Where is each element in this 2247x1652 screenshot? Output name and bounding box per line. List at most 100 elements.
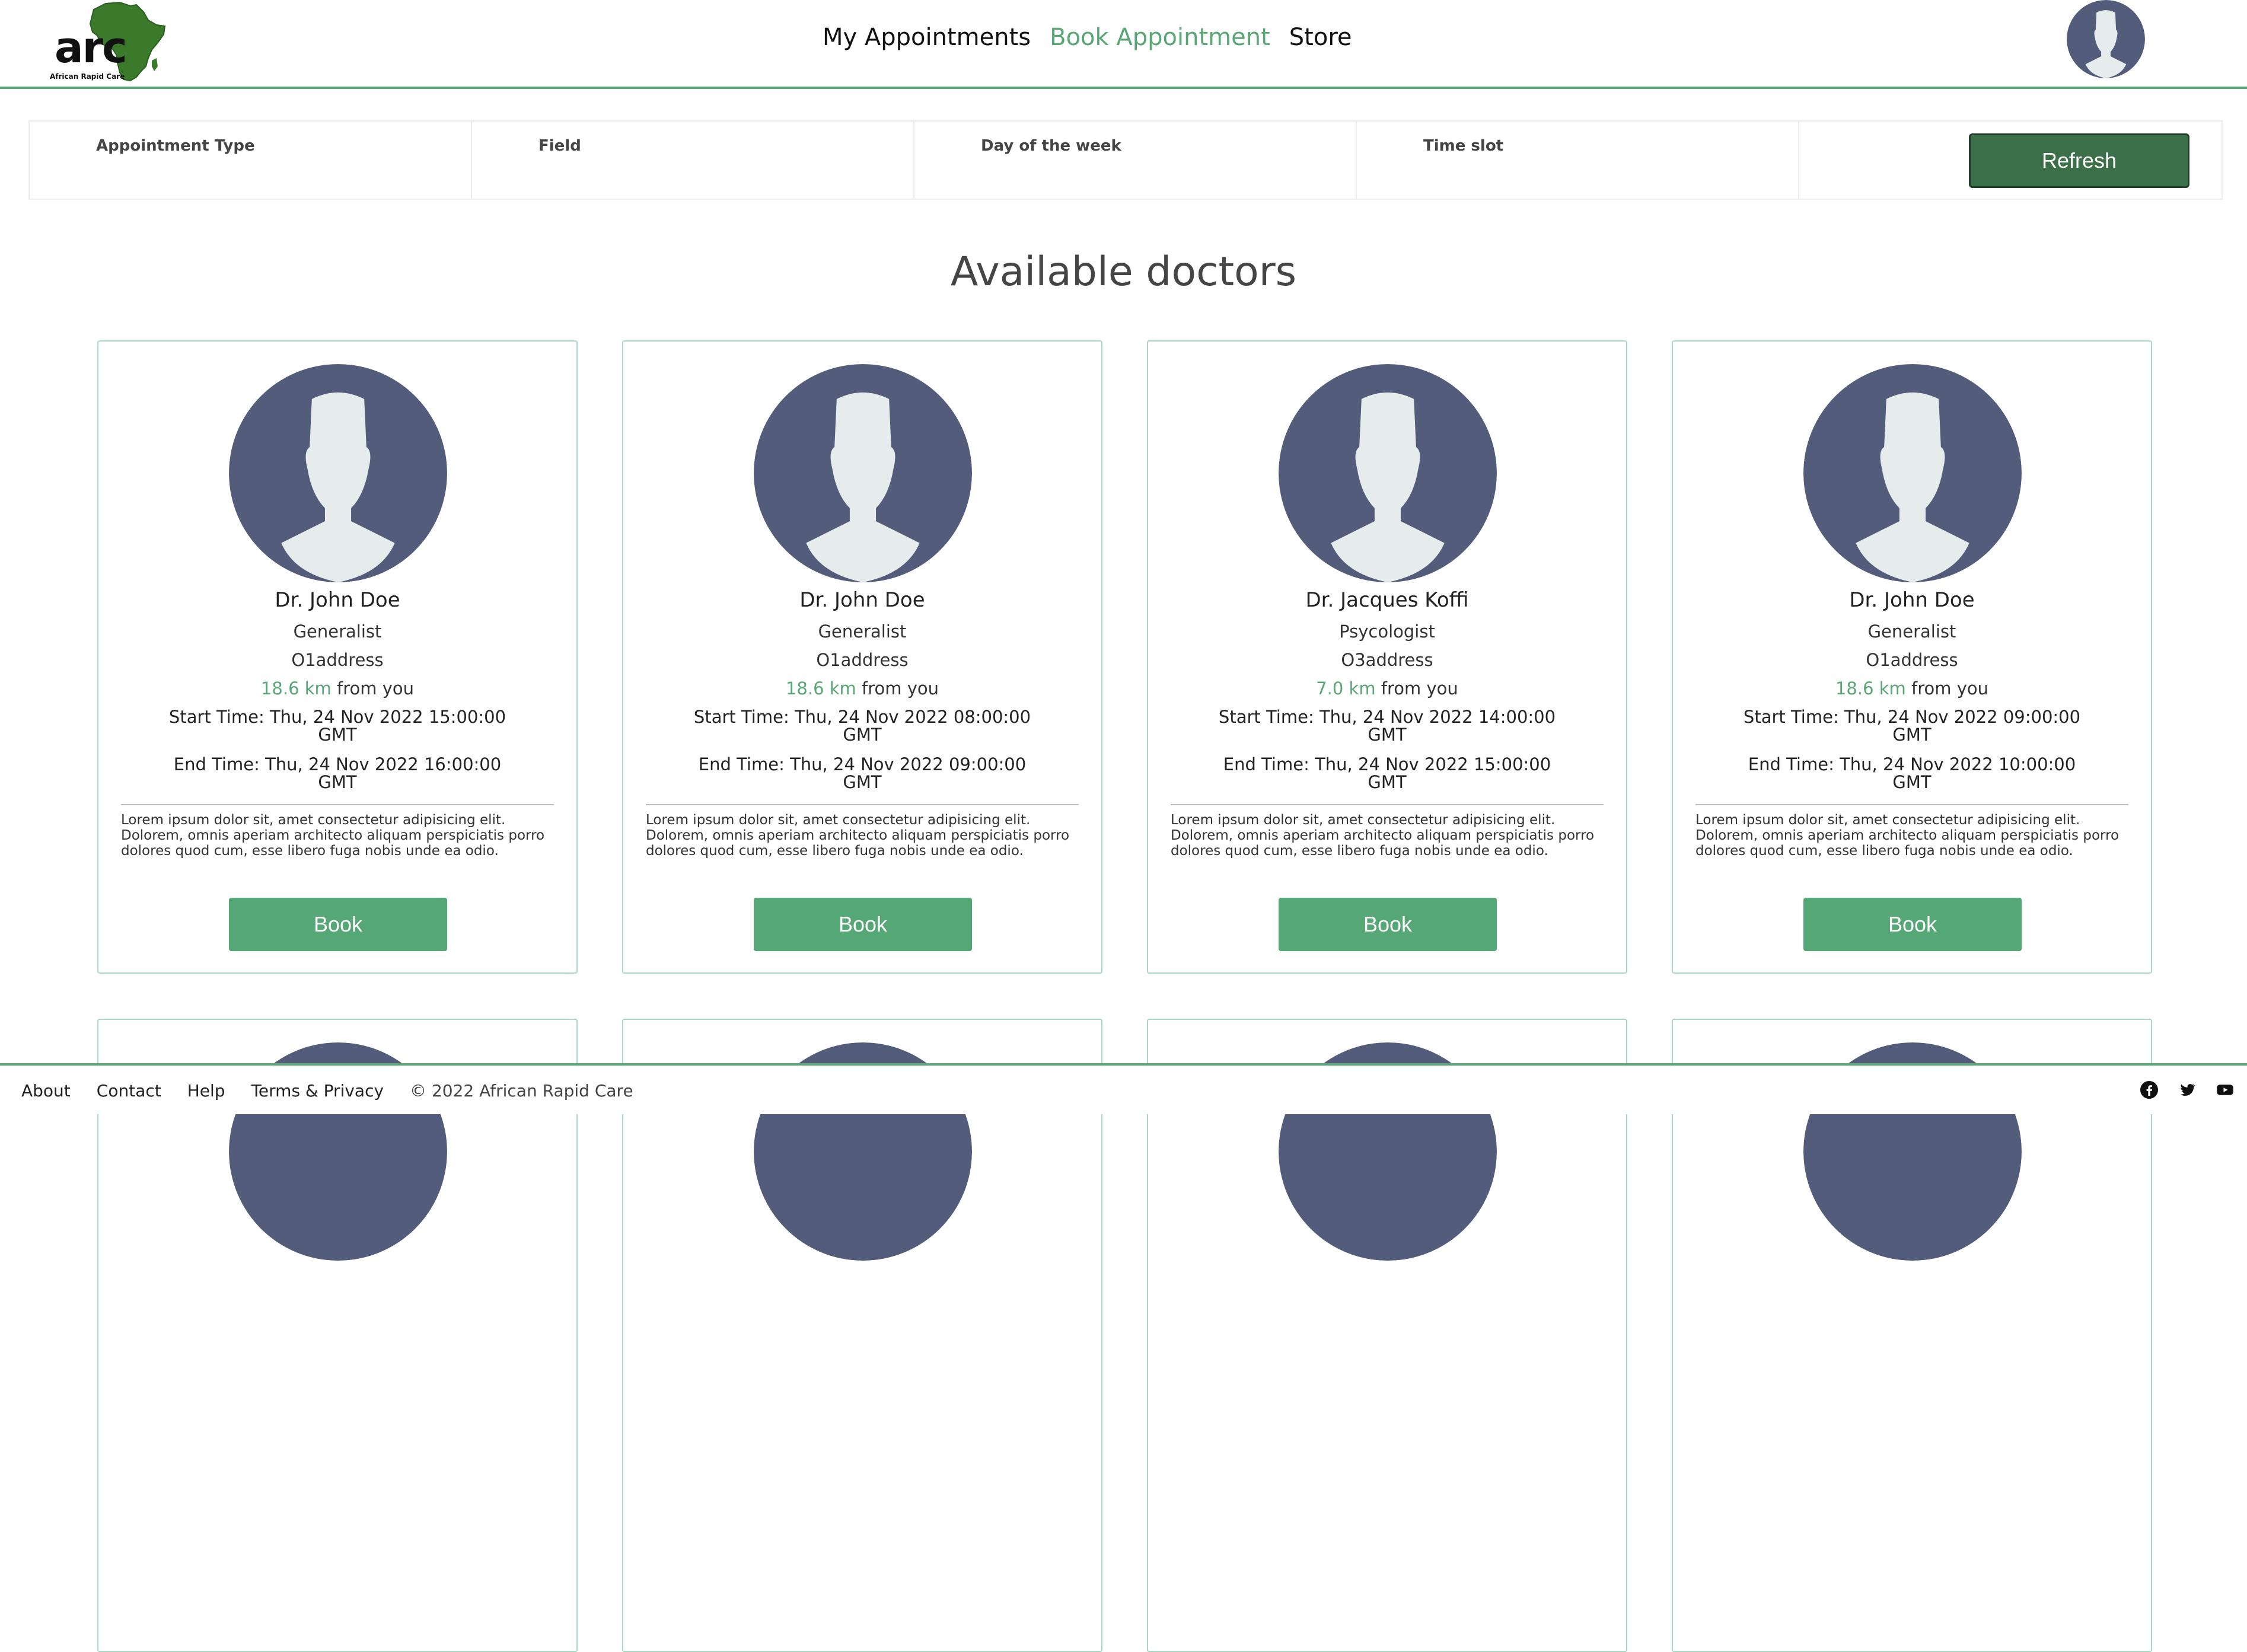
doctor-distance: 7.0 km from you <box>1148 678 1626 699</box>
filter-appointment-type[interactable]: Appointment Type <box>30 122 472 199</box>
doctor-field: Psycologist <box>1339 621 1435 642</box>
filter-label-appointment-type: Appointment Type <box>96 137 255 155</box>
filter-bar: Appointment Type Field Day of the week T… <box>28 120 2223 200</box>
footer-links: About Contact Help Terms & Privacy © 202… <box>21 1081 633 1101</box>
logo-subtitle: African Rapid Care <box>50 72 125 81</box>
social-links <box>2140 1081 2234 1099</box>
twitter-icon[interactable] <box>2178 1081 2196 1099</box>
page-title: Available doctors <box>950 248 1297 295</box>
book-button[interactable]: Book <box>1279 898 1497 951</box>
logo-text: arc <box>55 23 128 72</box>
start-time-value: Thu, 24 Nov 2022 15:00:00 GMT <box>269 707 506 745</box>
doctor-address: O1address <box>1866 650 1958 670</box>
end-time-label: End Time: <box>1748 754 1834 774</box>
footer-copyright: © 2022 African Rapid Care <box>410 1081 633 1101</box>
book-button[interactable]: Book <box>229 898 447 951</box>
card-divider <box>1695 804 2128 805</box>
doctor-avatar-icon <box>754 364 972 582</box>
doctor-address: O1address <box>291 650 384 670</box>
refresh-button[interactable]: Refresh <box>1969 133 2189 188</box>
footer-link-contact[interactable]: Contact <box>97 1081 161 1101</box>
doctor-description: Lorem ipsum dolor sit, amet consectetur … <box>1171 812 1595 859</box>
doctor-address: O1address <box>816 650 909 670</box>
doctor-name: Dr. Jacques Koffi <box>1305 588 1469 612</box>
doctor-card: Dr. John Doe Generalist O1address 18.6 k… <box>97 340 578 974</box>
start-time-label: Start Time: <box>1743 707 1839 727</box>
filter-time-slot[interactable]: Time slot <box>1357 122 1799 199</box>
filter-day-of-week[interactable]: Day of the week <box>914 122 1357 199</box>
doctor-avatar <box>1279 364 1497 582</box>
start-time-value: Thu, 24 Nov 2022 08:00:00 GMT <box>794 707 1031 745</box>
start-time-label: Start Time: <box>168 707 264 727</box>
distance-value: 18.6 km <box>1835 678 1906 699</box>
doctor-card: Dr. John Doe Generalist O1address 18.6 k… <box>1672 340 2152 974</box>
doctor-avatar-icon <box>1803 364 2022 582</box>
end-time: End Time: Thu, 24 Nov 2022 15:00:00 GMT <box>1207 755 1567 791</box>
doctor-grid: Dr. John Doe Generalist O1address 18.6 k… <box>97 340 2153 1652</box>
page-footer: About Contact Help Terms & Privacy © 202… <box>0 1063 2247 1114</box>
book-button[interactable]: Book <box>754 898 972 951</box>
footer-link-about[interactable]: About <box>21 1081 71 1101</box>
distance-value: 7.0 km <box>1316 678 1376 699</box>
start-time: Start Time: Thu, 24 Nov 2022 15:00:00 GM… <box>158 708 517 744</box>
distance-suffix: from you <box>337 678 415 699</box>
doctor-avatar-icon <box>1279 364 1497 582</box>
start-time-label: Start Time: <box>1218 707 1314 727</box>
doctor-avatar <box>1803 364 2022 582</box>
doctor-name: Dr. John Doe <box>275 588 400 612</box>
arc-logo[interactable]: arc African Rapid Care <box>47 1 169 84</box>
doctor-distance: 18.6 km from you <box>1673 678 2151 699</box>
end-time-value: Thu, 24 Nov 2022 16:00:00 GMT <box>265 754 502 792</box>
doctor-field: Generalist <box>1867 621 1956 642</box>
nav-book-appointment[interactable]: Book Appointment <box>1050 24 1270 51</box>
doctor-description: Lorem ipsum dolor sit, amet consectetur … <box>646 812 1070 859</box>
distance-suffix: from you <box>1381 678 1458 699</box>
user-avatar-icon <box>2067 0 2145 78</box>
end-time-value: Thu, 24 Nov 2022 09:00:00 GMT <box>790 754 1027 792</box>
end-time: End Time: Thu, 24 Nov 2022 09:00:00 GMT <box>683 755 1042 791</box>
filter-label-field: Field <box>538 137 581 155</box>
card-divider <box>646 804 1079 805</box>
start-time-label: Start Time: <box>693 707 789 727</box>
doctor-address: O3address <box>1341 650 1433 670</box>
footer-link-help[interactable]: Help <box>187 1081 225 1101</box>
filter-label-day-of-week: Day of the week <box>981 137 1121 155</box>
user-avatar[interactable] <box>2067 0 2145 78</box>
end-time-value: Thu, 24 Nov 2022 10:00:00 GMT <box>1840 754 2076 792</box>
filter-field[interactable]: Field <box>472 122 914 199</box>
facebook-icon[interactable] <box>2140 1081 2158 1099</box>
distance-value: 18.6 km <box>785 678 856 699</box>
doctor-card: Dr. Jacques Koffi Psycologist O3address … <box>1147 340 1627 974</box>
nav-my-appointments[interactable]: My Appointments <box>823 24 1031 51</box>
doctor-distance: 18.6 km from you <box>98 678 576 699</box>
card-divider <box>121 804 554 805</box>
nav-store[interactable]: Store <box>1289 24 1352 51</box>
start-time-value: Thu, 24 Nov 2022 09:00:00 GMT <box>1844 707 2081 745</box>
end-time-value: Thu, 24 Nov 2022 15:00:00 GMT <box>1315 754 1551 792</box>
doctor-card: Dr. John Doe Generalist O1address 18.6 k… <box>622 340 1102 974</box>
doctor-name: Dr. John Doe <box>1849 588 1975 612</box>
footer-link-terms[interactable]: Terms & Privacy <box>251 1081 384 1101</box>
doctor-description: Lorem ipsum dolor sit, amet consectetur … <box>1695 812 2119 859</box>
distance-suffix: from you <box>1911 678 1989 699</box>
start-time-value: Thu, 24 Nov 2022 14:00:00 GMT <box>1319 707 1556 745</box>
main-nav: My Appointments Book Appointment Store <box>823 24 1352 51</box>
end-time-label: End Time: <box>1223 754 1309 774</box>
top-header: arc African Rapid Care My Appointments B… <box>0 0 2247 89</box>
doctor-field: Generalist <box>818 621 907 642</box>
doctor-avatar <box>754 364 972 582</box>
end-time: End Time: Thu, 24 Nov 2022 10:00:00 GMT <box>1732 755 2092 791</box>
doctor-description: Lorem ipsum dolor sit, amet consectetur … <box>121 812 545 859</box>
start-time: Start Time: Thu, 24 Nov 2022 08:00:00 GM… <box>683 708 1042 744</box>
start-time: Start Time: Thu, 24 Nov 2022 09:00:00 GM… <box>1732 708 2092 744</box>
youtube-icon[interactable] <box>2216 1081 2234 1099</box>
book-button[interactable]: Book <box>1803 898 2022 951</box>
start-time: Start Time: Thu, 24 Nov 2022 14:00:00 GM… <box>1207 708 1567 744</box>
end-time: End Time: Thu, 24 Nov 2022 16:00:00 GMT <box>158 755 517 791</box>
doctor-distance: 18.6 km from you <box>623 678 1101 699</box>
filter-label-time-slot: Time slot <box>1423 137 1504 155</box>
end-time-label: End Time: <box>173 754 260 774</box>
distance-value: 18.6 km <box>260 678 332 699</box>
end-time-label: End Time: <box>698 754 785 774</box>
card-divider <box>1171 804 1604 805</box>
